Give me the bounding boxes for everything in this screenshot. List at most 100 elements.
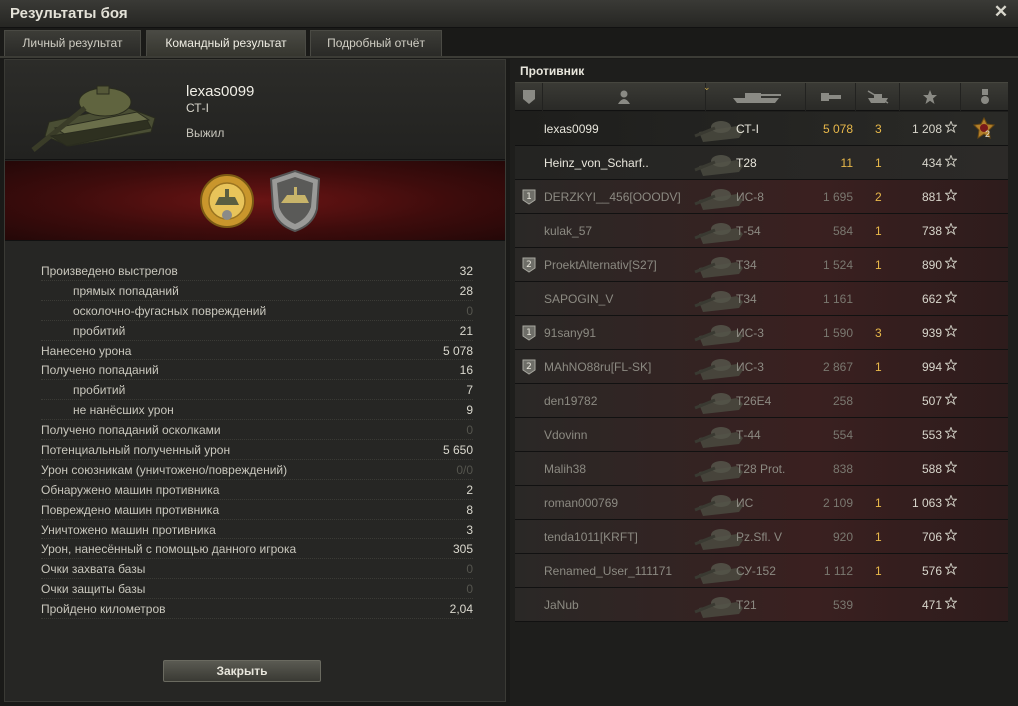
- table-row[interactable]: tenda1011[KRFT] Pz.Sfl. V 920 1 706: [515, 520, 1008, 554]
- stat-row: Урон союзникам (уничтожено/повреждений) 0…: [41, 460, 473, 480]
- close-icon[interactable]: ✕: [992, 3, 1010, 21]
- vehicle-cell: T21: [736, 598, 757, 612]
- shield-badge-icon[interactable]: [265, 169, 325, 233]
- star-icon: [945, 393, 957, 405]
- tier-badge-icon: 1: [522, 189, 536, 205]
- player-header: lexas0099 СТ-I Выжил: [5, 60, 505, 160]
- table-row[interactable]: Vdovinn Т-44 554 553: [515, 418, 1008, 452]
- table-row[interactable]: Malih38 T28 Prot. 838 588: [515, 452, 1008, 486]
- damage-cell: 1 161: [822, 292, 853, 306]
- xp-cell: 576: [921, 564, 942, 578]
- sort-kills-column[interactable]: [856, 83, 900, 111]
- vehicle-cell: Т34: [736, 258, 757, 272]
- xp-cell: 881: [921, 190, 942, 204]
- kills-cell: 1: [875, 360, 882, 374]
- player-name-cell: kulak_57: [544, 224, 593, 238]
- table-row[interactable]: 2 ProektAlternativ[S27] Т34 1 524 1 890: [515, 248, 1008, 282]
- tank-image: [31, 85, 156, 152]
- xp-cell: 434: [921, 156, 942, 170]
- star-icon: [923, 90, 937, 104]
- tier-badge-icon: 2: [522, 359, 536, 375]
- stat-row: прямых попаданий 28: [41, 281, 473, 301]
- sort-xp-column[interactable]: [900, 83, 961, 111]
- xp-cell: 706: [921, 530, 942, 544]
- star-icon: [945, 529, 957, 541]
- kills-cell: 1: [875, 496, 882, 510]
- xp-cell: 994: [921, 360, 942, 374]
- stat-row: пробитий 7: [41, 380, 473, 401]
- table-row[interactable]: 1 DERZKYI__456[OOODV] ИС-8 1 695 2 881: [515, 180, 1008, 214]
- stat-row: Очки захвата базы 0: [41, 559, 473, 580]
- stat-row: Очки защиты базы 0: [41, 579, 473, 600]
- kills-cell: 3: [875, 326, 882, 340]
- stat-row: Пройдено километров 2,04: [41, 599, 473, 620]
- damage-cell: 1 695: [822, 190, 853, 204]
- vehicle-cell: Т-44: [736, 428, 761, 442]
- player-name-cell: Heinz_von_Scharf..: [544, 156, 649, 170]
- tier-badge-icon: 1: [522, 325, 536, 341]
- star-icon: [945, 427, 957, 439]
- table-row[interactable]: kulak_57 Т-54 584 1 738: [515, 214, 1008, 248]
- sort-medal-column[interactable]: [961, 83, 1008, 111]
- star-icon: [945, 359, 957, 371]
- vehicle-cell: T28: [736, 156, 757, 170]
- player-name-cell: JaNub: [544, 598, 579, 612]
- tab-team-result[interactable]: Командный результат: [146, 30, 306, 56]
- player-status: Выжил: [186, 126, 225, 140]
- table-row[interactable]: lexas0099 СТ-I 5 078 3 1 208 2: [515, 112, 1008, 146]
- table-row[interactable]: SAPOGIN_V Т34 1 161 662: [515, 282, 1008, 316]
- medal-icon[interactable]: [197, 169, 257, 233]
- player-name-cell: ProektAlternativ[S27]: [544, 258, 657, 272]
- team-panel: Противник ⌄ lexas0099 СТ-I 5 078 3 1 208 2 Hei…: [510, 59, 1018, 706]
- vehicle-cell: ИС-8: [736, 190, 764, 204]
- table-row[interactable]: Renamed_User_111171 СУ-152 1 112 1 576: [515, 554, 1008, 588]
- player-name-cell: Vdovinn: [544, 428, 588, 442]
- xp-cell: 890: [921, 258, 942, 272]
- stat-row: Получено попаданий 16: [41, 360, 473, 381]
- damage-cell: 920: [832, 530, 853, 544]
- sort-player-column[interactable]: [543, 83, 706, 111]
- stat-row: осколочно-фугасных повреждений 0: [41, 301, 473, 321]
- star-icon: [945, 495, 957, 507]
- player-name: lexas0099: [186, 83, 255, 100]
- close-button[interactable]: Закрыть: [163, 660, 321, 682]
- table-row[interactable]: JaNub T21 539 471: [515, 588, 1008, 622]
- vehicle-cell: ИС-3: [736, 326, 764, 340]
- stat-row: Повреждено машин противника 8: [41, 500, 473, 520]
- table-row[interactable]: 1 91sany91 ИС-3 1 590 3 939: [515, 316, 1008, 350]
- damage-cell: 1 112: [823, 564, 853, 578]
- table-row[interactable]: 2 MAhNO88ru[FL-SK] ИС-3 2 867 1 994: [515, 350, 1008, 384]
- vehicle-cell: T26E4: [736, 394, 772, 408]
- stat-row: Получено попаданий осколками 0: [41, 420, 473, 441]
- table-row[interactable]: den19782 T26E4 258 507: [515, 384, 1008, 418]
- vehicle-cell: СУ-152: [736, 564, 776, 578]
- personal-panel: lexas0099 СТ-I Выжил Произведено выстрел…: [4, 59, 506, 702]
- player-name-cell: Renamed_User_111171: [544, 564, 673, 578]
- xp-cell: 1 208: [911, 122, 942, 136]
- damage-cell: 258: [832, 394, 853, 408]
- star-icon: [945, 325, 957, 337]
- stat-row: Урон, нанесённый с помощью данного игрок…: [41, 539, 473, 560]
- star-icon: [945, 223, 957, 235]
- tab-detailed-report[interactable]: Подробный отчёт: [310, 30, 442, 56]
- team-label: Противник: [520, 64, 585, 78]
- tab-divider: [0, 56, 1018, 58]
- tab-personal-result[interactable]: Личный результат: [4, 30, 141, 56]
- player-name-cell: DERZKYI__456[OOODV]: [544, 190, 681, 204]
- kills-cell: 1: [875, 258, 882, 272]
- sort-vehicle-column[interactable]: ⌄: [703, 82, 806, 111]
- destroyed-tank-icon: [867, 90, 888, 104]
- damage-cell: 2 109: [822, 496, 853, 510]
- stat-row: не нанёсших урон 9: [41, 400, 473, 421]
- stat-row: Потенциальный полученный урон 5 650: [41, 440, 473, 460]
- mastery-badge-icon[interactable]: [973, 117, 995, 141]
- stat-row: Уничтожено машин противника 3: [41, 520, 473, 540]
- vehicle-cell: Pz.Sfl. V: [736, 530, 783, 544]
- sort-damage-column[interactable]: [806, 83, 856, 111]
- sort-tier-column[interactable]: [515, 83, 543, 111]
- achievements-band: [5, 161, 505, 241]
- player-name-cell: MAhNO88ru[FL-SK]: [544, 360, 652, 374]
- stat-row: Нанесено урона 5 078: [41, 341, 473, 361]
- table-row[interactable]: Heinz_von_Scharf.. T28 11 1 434: [515, 146, 1008, 180]
- table-row[interactable]: roman000769 ИС 2 109 1 1 063: [515, 486, 1008, 520]
